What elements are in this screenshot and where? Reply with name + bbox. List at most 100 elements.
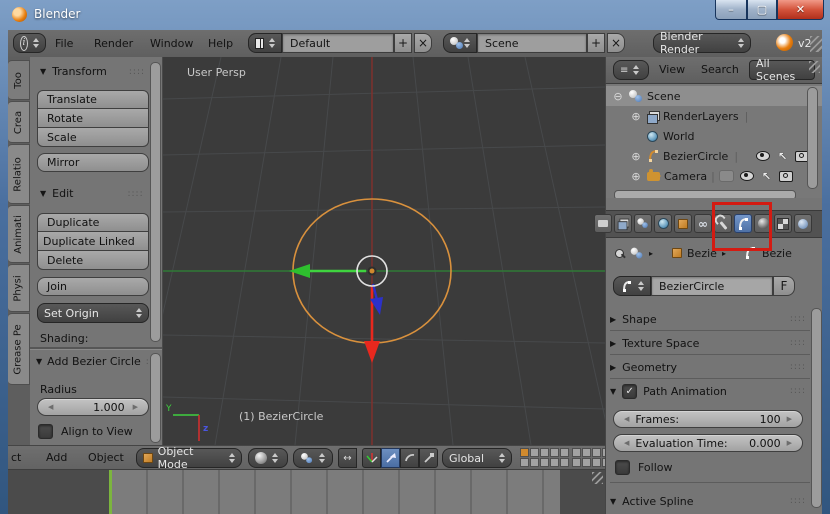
outliner-vscrollbar[interactable] — [807, 87, 818, 189]
curve-browse-button[interactable] — [613, 276, 651, 296]
tab-render[interactable] — [594, 214, 612, 233]
expand-toggle-icon[interactable]: ⊕ — [629, 110, 643, 123]
selectability-cursor-icon[interactable]: ↖ — [762, 170, 771, 183]
pivot-point-select[interactable] — [293, 448, 333, 468]
timeline-frame-area[interactable] — [112, 470, 560, 514]
pivot-align-toggle[interactable]: ↔ — [338, 448, 357, 468]
rotate-button[interactable]: Rotate — [37, 109, 149, 128]
menu-file[interactable]: File — [55, 37, 73, 50]
tab-physics[interactable] — [794, 214, 812, 233]
toolshelf-tab-grease-pencil[interactable]: Grease Pe — [8, 313, 30, 385]
outliner-resize-grip[interactable] — [809, 61, 820, 73]
toolshelf-tab-relations[interactable]: Relatio — [8, 144, 30, 204]
title-bar[interactable]: Blender – ▢ ✕ — [0, 0, 830, 30]
tab-texture[interactable] — [774, 214, 792, 233]
menu-help[interactable]: Help — [208, 37, 233, 50]
section-path-animation[interactable]: ▼ ✓ Path Animation :::: — [610, 380, 810, 402]
screen-layout-field[interactable]: Default — [282, 33, 394, 53]
outliner-row-world[interactable]: World — [606, 126, 822, 146]
render-engine-select[interactable]: Blender Render — [653, 30, 751, 56]
manipulator-axes-button[interactable] — [362, 448, 381, 468]
follow-checkbox[interactable] — [615, 460, 630, 475]
path-animation-checkbox[interactable]: ✓ — [622, 383, 638, 399]
mode-select[interactable]: Object Mode — [136, 445, 242, 471]
visibility-eye-icon[interactable] — [739, 171, 754, 181]
manipulator-rotate-button[interactable] — [400, 448, 419, 468]
scene-icon[interactable] — [630, 247, 644, 259]
layer-grid-1[interactable] — [520, 448, 569, 467]
selectability-cursor-icon[interactable]: ↖ — [778, 150, 787, 163]
align-to-view-checkbox[interactable] — [38, 424, 53, 439]
datablock-name-field[interactable]: BezierCircle — [651, 276, 773, 296]
menu-select-cut[interactable]: ct — [11, 451, 21, 464]
tab-world[interactable] — [654, 214, 672, 233]
mirror-button[interactable]: Mirror — [37, 153, 149, 172]
toolshelf-tab-animation[interactable]: Animati — [8, 205, 30, 263]
radius-field[interactable]: ◀ 1.000 ▶ — [37, 398, 149, 416]
outliner-row-renderlayers[interactable]: ⊕ RenderLayers | — [606, 106, 822, 126]
pin-icon[interactable] — [614, 248, 625, 259]
tab-render-layers[interactable] — [614, 214, 632, 233]
operator-panel-scrollbar[interactable] — [150, 353, 161, 443]
editor-type-info-button[interactable]: i — [13, 33, 46, 53]
expand-toggle-icon[interactable]: ⊕ — [629, 170, 643, 183]
editor-type-outliner-button[interactable]: ≡ — [613, 60, 649, 80]
fake-user-button[interactable]: F — [773, 276, 795, 296]
transform-panel-header[interactable]: ▼ Transform :::: — [40, 65, 145, 78]
increment-icon[interactable]: ▶ — [133, 403, 138, 411]
add-bezier-circle-panel-header[interactable]: ▼ Add Bezier Circle :::: — [36, 355, 162, 368]
minimize-button[interactable]: – — [715, 0, 747, 20]
delete-scene-button[interactable]: × — [607, 33, 625, 53]
screen-layout-icon-button[interactable] — [248, 33, 282, 53]
menu-render[interactable]: Render — [94, 37, 133, 50]
translate-button[interactable]: Translate — [37, 90, 149, 109]
renderability-camera-icon[interactable] — [779, 170, 794, 182]
transform-orientation-select[interactable]: Global — [442, 448, 512, 468]
outliner-hscrollbar[interactable] — [614, 190, 796, 198]
add-scene-button[interactable]: + — [587, 33, 605, 53]
object-cube-icon[interactable] — [672, 248, 683, 258]
toolshelf-tab-physics[interactable]: Physi — [8, 264, 30, 312]
toolshelf-scrollbar[interactable] — [150, 62, 161, 342]
header-resize-grip[interactable] — [810, 36, 822, 52]
collapse-toggle-icon[interactable]: ⊖ — [611, 90, 625, 103]
scene-name-field[interactable]: Scene — [477, 33, 587, 53]
section-geometry[interactable]: ▶ Geometry :::: — [610, 356, 810, 379]
manipulator-scale-button[interactable] — [419, 448, 438, 468]
manipulator-y-arrowhead-icon[interactable] — [289, 264, 310, 278]
menu-add[interactable]: Add — [46, 451, 67, 464]
outliner-row-camera[interactable]: ⊕ Camera | ↖ — [606, 166, 822, 186]
frames-field[interactable]: ◀ Frames: 100 ▶ — [613, 410, 803, 428]
tab-constraints[interactable]: ∞ — [694, 214, 712, 233]
add-layout-button[interactable]: + — [394, 33, 412, 53]
duplicate-button[interactable]: Duplicate — [37, 213, 149, 232]
outliner-filter-select[interactable]: All Scenes — [749, 57, 815, 83]
delete-layout-button[interactable]: × — [414, 33, 432, 53]
menu-window[interactable]: Window — [150, 37, 193, 50]
section-shape[interactable]: ▶ Shape :::: — [610, 308, 810, 331]
toolshelf-tab-create[interactable]: Crea — [8, 101, 30, 143]
maximize-button[interactable]: ▢ — [747, 0, 777, 20]
section-active-spline[interactable]: ▼ Active Spline :::: — [610, 490, 810, 512]
visibility-eye-icon[interactable] — [756, 151, 771, 161]
join-button[interactable]: Join — [37, 277, 149, 296]
set-origin-select[interactable]: Set Origin — [37, 303, 149, 323]
toolshelf-tab-tools[interactable]: Too — [8, 60, 30, 100]
duplicate-linked-button[interactable]: Duplicate Linked — [37, 232, 149, 251]
timeline-playhead[interactable] — [109, 470, 112, 514]
manipulator-x-arrowhead-icon[interactable] — [364, 341, 380, 363]
timeline-editor[interactable] — [8, 470, 605, 514]
delete-button[interactable]: Delete — [37, 251, 149, 270]
viewport-shading-select[interactable] — [248, 448, 288, 468]
tab-object[interactable] — [674, 214, 692, 233]
evaluation-time-field[interactable]: ◀ Evaluation Time: 0.000 ▶ — [613, 434, 803, 452]
close-button[interactable]: ✕ — [777, 0, 824, 20]
scene-browse-icon-button[interactable] — [443, 33, 477, 53]
outliner-row-scene[interactable]: ⊖ Scene — [606, 86, 822, 106]
outliner-row-beziercircle[interactable]: ⊕ BezierCircle | ↖ — [606, 146, 822, 166]
menu-object[interactable]: Object — [88, 451, 124, 464]
manipulator-translate-button[interactable] — [381, 448, 400, 468]
expand-toggle-icon[interactable]: ⊕ — [629, 150, 643, 163]
decrement-icon[interactable]: ◀ — [48, 403, 53, 411]
edit-panel-header[interactable]: ▼ Edit :::: — [40, 187, 144, 200]
